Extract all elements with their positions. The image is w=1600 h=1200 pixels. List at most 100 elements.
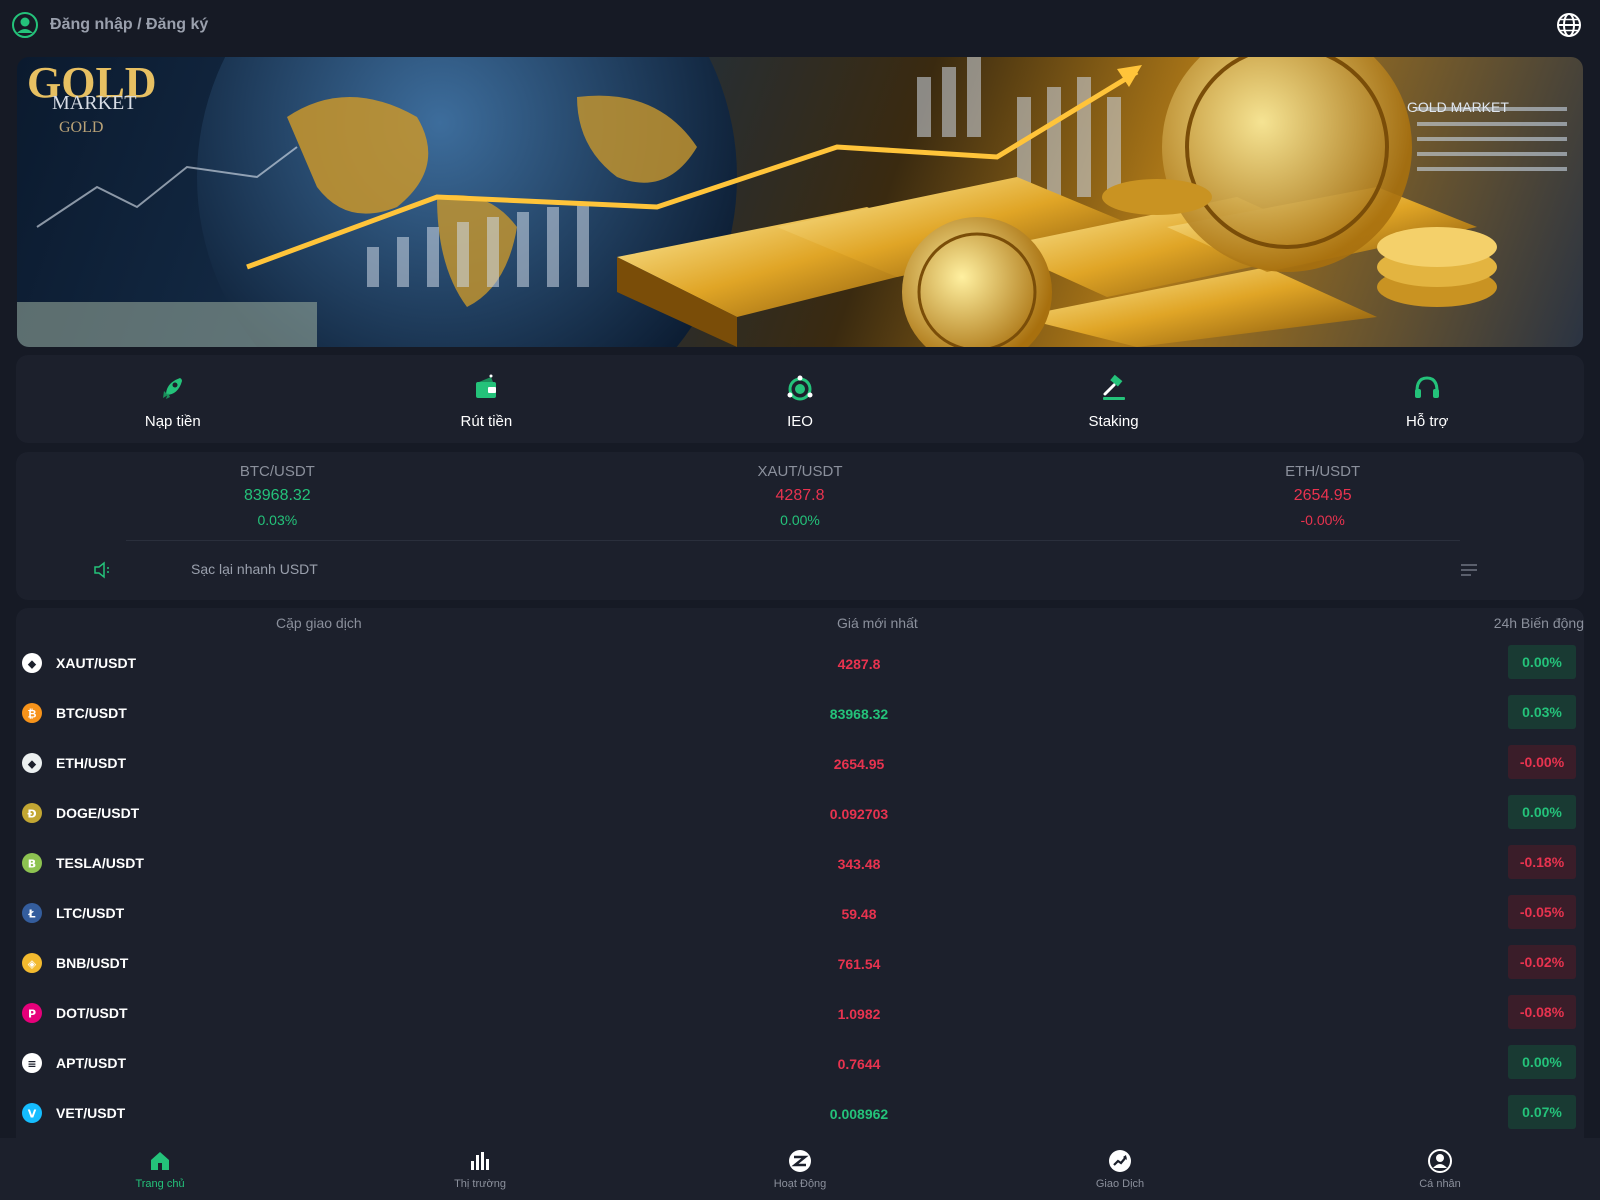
svg-text:◈: ◈ bbox=[28, 958, 37, 971]
nav-activity[interactable]: Hoạt Động bbox=[640, 1138, 960, 1200]
quick-actions: Nạp tiền Rút tiền IEO Staking Hỗ trợ bbox=[16, 355, 1584, 443]
staking-button[interactable]: Staking bbox=[957, 355, 1271, 443]
table-row[interactable]: Ð DOGE/USDT 0.092703 0.00% bbox=[16, 788, 1584, 838]
pair-price: 83968.32 bbox=[829, 706, 889, 722]
ieo-button[interactable]: IEO bbox=[643, 355, 957, 443]
coin-icon: Ð bbox=[22, 803, 42, 823]
login-register-link[interactable]: Đăng nhập / Đăng ký bbox=[50, 16, 208, 34]
deposit-button[interactable]: Nạp tiền bbox=[16, 355, 330, 443]
table-row[interactable]: B TESLA/USDT 343.48 -0.18% bbox=[16, 838, 1584, 888]
ieo-icon bbox=[787, 375, 813, 400]
pair-symbol: LTC/USDT bbox=[56, 905, 125, 921]
pair-symbol: VET/USDT bbox=[56, 1105, 126, 1121]
top-bar: Đăng nhập / Đăng ký bbox=[0, 0, 1600, 50]
coin-icon: ◆ bbox=[22, 753, 42, 773]
svg-text:B: B bbox=[28, 858, 36, 871]
market-rows: ◆ XAUT/USDT 4287.8 0.00% ₿ BTC/USDT 83968.32 0.… bbox=[16, 638, 1584, 1138]
table-row[interactable]: V VET/USDT 0.008962 0.07% bbox=[16, 1088, 1584, 1138]
ticker-price: 4287.8 bbox=[775, 487, 825, 504]
nav-home[interactable]: Trang chủ bbox=[0, 1138, 320, 1200]
ticker-btc[interactable]: BTC/USDT 83968.32 0.03% bbox=[16, 452, 539, 538]
coin-icon: B bbox=[22, 853, 42, 873]
table-row[interactable]: ₿ BTC/USDT 83968.32 0.03% bbox=[16, 688, 1584, 738]
speaker-icon bbox=[94, 561, 109, 579]
col-pair-header: Cặp giao dịch bbox=[276, 615, 362, 631]
deposit-label: Nạp tiền bbox=[144, 412, 201, 430]
svg-text:Ð: Ð bbox=[27, 808, 36, 821]
svg-text:◆: ◆ bbox=[28, 758, 37, 771]
table-row[interactable]: P DOT/USDT 1.0982 -0.08% bbox=[16, 988, 1584, 1038]
pair-price: 1.0982 bbox=[837, 1006, 881, 1022]
withdraw-button[interactable]: Rút tiền bbox=[330, 355, 644, 443]
change-badge: 0.00% bbox=[1508, 795, 1576, 829]
pair-price: 0.092703 bbox=[829, 806, 889, 822]
home-icon bbox=[151, 1151, 169, 1170]
nav-trade-label: Giao Dịch bbox=[1095, 1177, 1145, 1190]
ticker-change: 0.00% bbox=[780, 512, 820, 528]
nav-market[interactable]: Thị trường bbox=[320, 1138, 640, 1200]
pair-symbol: DOGE/USDT bbox=[56, 805, 140, 821]
ticker-pair: ETH/USDT bbox=[1285, 463, 1361, 480]
notice-text[interactable]: Sạc lại nhanh USDT bbox=[191, 561, 318, 577]
profile-icon bbox=[1428, 1148, 1452, 1173]
svg-text:◆: ◆ bbox=[28, 658, 37, 671]
pair-price: 59.48 bbox=[841, 906, 877, 922]
pair-symbol: APT/USDT bbox=[56, 1055, 126, 1071]
pair-price: 343.48 bbox=[837, 856, 881, 872]
coin-icon: ◈ bbox=[22, 953, 42, 973]
banner-title-market: MARKET bbox=[52, 92, 136, 114]
ticker-change: 0.03% bbox=[257, 512, 298, 528]
change-badge: 0.00% bbox=[1508, 645, 1576, 679]
menu-list-icon[interactable] bbox=[1460, 562, 1478, 578]
activity-icon bbox=[789, 1149, 811, 1172]
pair-price: 761.54 bbox=[837, 956, 881, 972]
ticker-xaut[interactable]: XAUT/USDT 4287.8 0.00% bbox=[539, 452, 1062, 538]
coin-icon: ≡ bbox=[22, 1053, 42, 1073]
pair-symbol: BNB/USDT bbox=[56, 955, 129, 971]
market-list: Cặp giao dịch Giá mới nhất 24h Biến động… bbox=[16, 608, 1584, 1138]
wallet-icon bbox=[476, 374, 497, 398]
table-row[interactable]: ◆ XAUT/USDT 4287.8 0.00% bbox=[16, 638, 1584, 688]
ticker-card: BTC/USDT 83968.32 0.03% XAUT/USDT 4287.8… bbox=[16, 452, 1584, 600]
withdraw-label: Rút tiền bbox=[460, 412, 513, 430]
table-row[interactable]: ≡ APT/USDT 0.7644 0.00% bbox=[16, 1038, 1584, 1088]
svg-text:V: V bbox=[28, 1108, 37, 1121]
user-avatar-icon[interactable] bbox=[12, 12, 38, 38]
change-badge: 0.03% bbox=[1508, 695, 1576, 729]
col-change-header: 24h Biến động bbox=[1493, 615, 1584, 631]
globe-icon[interactable] bbox=[1556, 12, 1582, 38]
trade-icon bbox=[1109, 1149, 1131, 1172]
ticker-price: 2654.95 bbox=[1293, 487, 1352, 504]
bottom-nav: Trang chủ Thị trường Hoạt Động Giao Dịch bbox=[0, 1138, 1600, 1200]
gold-market-banner[interactable]: GOLD MARKET GOLD GOLD MARKET bbox=[17, 57, 1583, 347]
notice-bar[interactable]: Sạc lại nhanh USDT bbox=[16, 540, 1584, 600]
banner-title-gold-small: GOLD bbox=[59, 119, 103, 136]
change-badge: 0.07% bbox=[1508, 1095, 1576, 1129]
nav-trade[interactable]: Giao Dịch bbox=[960, 1138, 1280, 1200]
nav-profile[interactable]: Cá nhân bbox=[1280, 1138, 1600, 1200]
change-badge: -0.08% bbox=[1508, 995, 1576, 1029]
banner-corner-text: GOLD MARKET bbox=[1407, 99, 1509, 115]
rocket-icon bbox=[162, 377, 182, 399]
change-badge: -0.18% bbox=[1508, 845, 1576, 879]
hammer-icon bbox=[1102, 374, 1125, 400]
ticker-pair: BTC/USDT bbox=[239, 463, 315, 480]
table-row[interactable]: Ł LTC/USDT 59.48 -0.05% bbox=[16, 888, 1584, 938]
pair-price: 2654.95 bbox=[833, 756, 885, 772]
ticker-eth[interactable]: ETH/USDT 2654.95 -0.00% bbox=[1061, 452, 1584, 538]
coin-icon: V bbox=[22, 1103, 42, 1123]
change-badge: -0.02% bbox=[1508, 945, 1576, 979]
nav-home-label: Trang chủ bbox=[135, 1177, 185, 1190]
table-row[interactable]: ◈ BNB/USDT 761.54 -0.02% bbox=[16, 938, 1584, 988]
pair-symbol: DOT/USDT bbox=[56, 1005, 128, 1021]
change-badge: 0.00% bbox=[1508, 1045, 1576, 1079]
market-header: Cặp giao dịch Giá mới nhất 24h Biến động bbox=[16, 608, 1584, 638]
pair-price: 0.7644 bbox=[837, 1056, 881, 1072]
svg-text:P: P bbox=[28, 1008, 36, 1021]
table-row[interactable]: ◆ ETH/USDT 2654.95 -0.00% bbox=[16, 738, 1584, 788]
support-button[interactable]: Hỗ trợ bbox=[1270, 355, 1584, 443]
coin-icon: ◆ bbox=[22, 653, 42, 673]
pair-price: 0.008962 bbox=[829, 1106, 889, 1122]
change-badge: -0.00% bbox=[1508, 745, 1576, 779]
staking-label: Staking bbox=[1088, 412, 1139, 430]
